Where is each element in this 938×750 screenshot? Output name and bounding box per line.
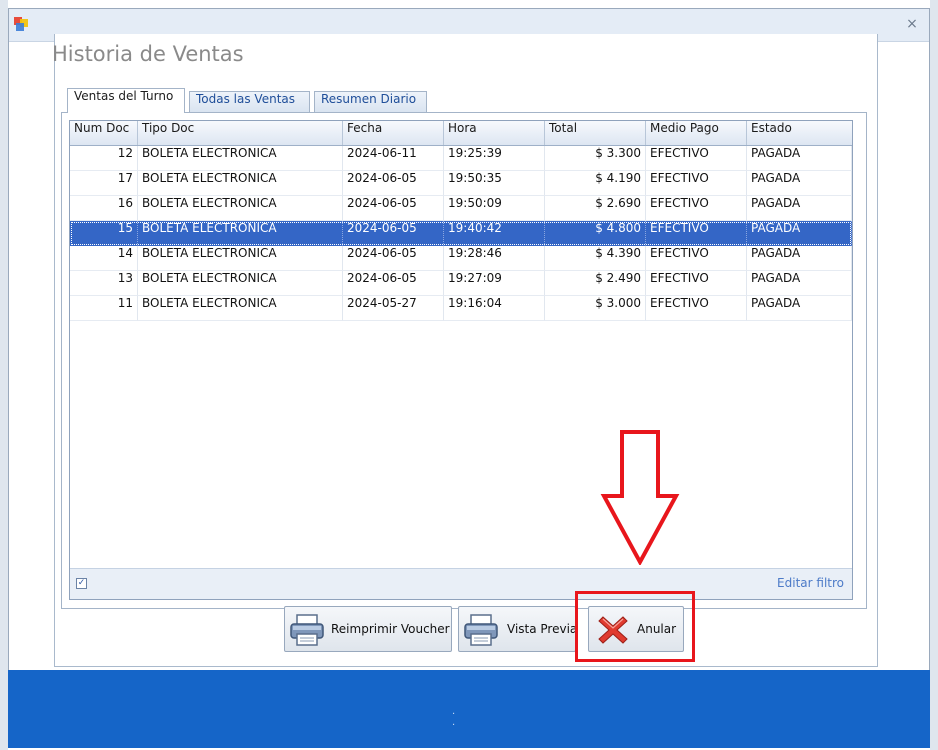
cell-hora: 19:50:09 [444, 196, 545, 221]
cell-hora: 19:50:35 [444, 171, 545, 196]
column-header-num-doc[interactable]: Num Doc [70, 121, 138, 145]
table-row[interactable]: 12 BOLETA ELECTRONICA 2024-06-11 19:25:39 $ … [70, 146, 852, 171]
down-arrow-icon [600, 430, 680, 565]
table-row[interactable]: 17 BOLETA ELECTRONICA 2024-06-05 19:50:35 $ … [70, 171, 852, 196]
cell-medio-pago: EFECTIVO [646, 196, 747, 221]
cell-num-doc: 12 [70, 146, 138, 171]
cell-total: $ 3.000 [545, 296, 646, 321]
table-row[interactable]: 11 BOLETA ELECTRONICA 2024-05-27 19:16:04 $ … [70, 296, 852, 321]
cell-num-doc: 14 [70, 246, 138, 271]
bottom-bar-text: . . [452, 706, 474, 728]
cell-total: $ 4.390 [545, 246, 646, 271]
cell-medio-pago: EFECTIVO [646, 221, 747, 246]
cell-fecha: 2024-05-27 [343, 296, 444, 321]
cell-num-doc: 17 [70, 171, 138, 196]
cell-total: $ 2.690 [545, 196, 646, 221]
filter-checkbox[interactable]: ✓ [76, 578, 87, 589]
table-row[interactable]: 15 BOLETA ELECTRONICA 2024-06-05 19:40:42 $ … [70, 221, 852, 246]
cell-fecha: 2024-06-05 [343, 171, 444, 196]
column-header-hora[interactable]: Hora [444, 121, 545, 145]
cell-hora: 19:40:42 [444, 221, 545, 246]
cell-estado: PAGADA [747, 146, 852, 171]
app-window-icon [14, 17, 28, 31]
cell-estado: PAGADA [747, 221, 852, 246]
reprint-voucher-label: Reimprimir Voucher [331, 622, 450, 636]
tab-ventas-del-turno[interactable]: Ventas del Turno [67, 88, 185, 113]
column-header-total[interactable]: Total [545, 121, 646, 145]
cell-fecha: 2024-06-05 [343, 221, 444, 246]
filter-bar: ✓ Editar filtro [70, 568, 852, 599]
cell-fecha: 2024-06-05 [343, 271, 444, 296]
cell-hora: 19:27:09 [444, 271, 545, 296]
cell-total: $ 3.300 [545, 146, 646, 171]
cell-tipo-doc: BOLETA ELECTRONICA [138, 221, 343, 246]
background-window-right-edge [930, 0, 938, 750]
preview-label: Vista Previa [507, 622, 578, 636]
cell-estado: PAGADA [747, 171, 852, 196]
cell-medio-pago: EFECTIVO [646, 171, 747, 196]
cell-hora: 19:25:39 [444, 146, 545, 171]
printer-icon [464, 614, 498, 646]
bottom-status-bar: . . [8, 670, 930, 748]
cell-estado: PAGADA [747, 296, 852, 321]
cell-num-doc: 11 [70, 296, 138, 321]
cell-total: $ 2.490 [545, 271, 646, 296]
page-title: Historia de Ventas [52, 42, 244, 66]
cell-tipo-doc: BOLETA ELECTRONICA [138, 296, 343, 321]
cell-fecha: 2024-06-05 [343, 196, 444, 221]
tab-resumen-diario[interactable]: Resumen Diario [314, 91, 427, 113]
cell-hora: 19:16:04 [444, 296, 545, 321]
cell-tipo-doc: BOLETA ELECTRONICA [138, 246, 343, 271]
cell-estado: PAGADA [747, 271, 852, 296]
cell-tipo-doc: BOLETA ELECTRONICA [138, 146, 343, 171]
annotation-highlight-box [575, 591, 695, 662]
column-header-medio-pago[interactable]: Medio Pago [646, 121, 747, 145]
cell-medio-pago: EFECTIVO [646, 246, 747, 271]
background-window-left-edge [0, 0, 8, 750]
edit-filter-link[interactable]: Editar filtro [777, 576, 844, 590]
cell-estado: PAGADA [747, 196, 852, 221]
table-row[interactable]: 14 BOLETA ELECTRONICA 2024-06-05 19:28:46 $ … [70, 246, 852, 271]
tab-todas-las-ventas[interactable]: Todas las Ventas [189, 91, 310, 113]
preview-button[interactable]: Vista Previa [458, 606, 578, 652]
printer-icon [290, 614, 324, 646]
cell-estado: PAGADA [747, 246, 852, 271]
cell-fecha: 2024-06-11 [343, 146, 444, 171]
column-header-estado[interactable]: Estado [747, 121, 852, 145]
cell-medio-pago: EFECTIVO [646, 146, 747, 171]
reprint-voucher-button[interactable]: Reimprimir Voucher [284, 606, 452, 652]
table-row[interactable]: 13 BOLETA ELECTRONICA 2024-06-05 19:27:09 $ … [70, 271, 852, 296]
cell-medio-pago: EFECTIVO [646, 271, 747, 296]
cell-total: $ 4.800 [545, 221, 646, 246]
cell-num-doc: 13 [70, 271, 138, 296]
cell-tipo-doc: BOLETA ELECTRONICA [138, 196, 343, 221]
table-row[interactable]: 16 BOLETA ELECTRONICA 2024-06-05 19:50:09 $ … [70, 196, 852, 221]
cell-fecha: 2024-06-05 [343, 246, 444, 271]
sales-grid: Num Doc Tipo Doc Fecha Hora Total Medio … [69, 120, 853, 600]
cell-num-doc: 16 [70, 196, 138, 221]
cell-total: $ 4.190 [545, 171, 646, 196]
column-header-fecha[interactable]: Fecha [343, 121, 444, 145]
cell-tipo-doc: BOLETA ELECTRONICA [138, 171, 343, 196]
cell-tipo-doc: BOLETA ELECTRONICA [138, 271, 343, 296]
close-button[interactable]: × [903, 15, 921, 33]
grid-header: Num Doc Tipo Doc Fecha Hora Total Medio … [70, 121, 852, 146]
cell-num-doc: 15 [70, 221, 138, 246]
cell-medio-pago: EFECTIVO [646, 296, 747, 321]
column-header-tipo-doc[interactable]: Tipo Doc [138, 121, 343, 145]
cell-hora: 19:28:46 [444, 246, 545, 271]
